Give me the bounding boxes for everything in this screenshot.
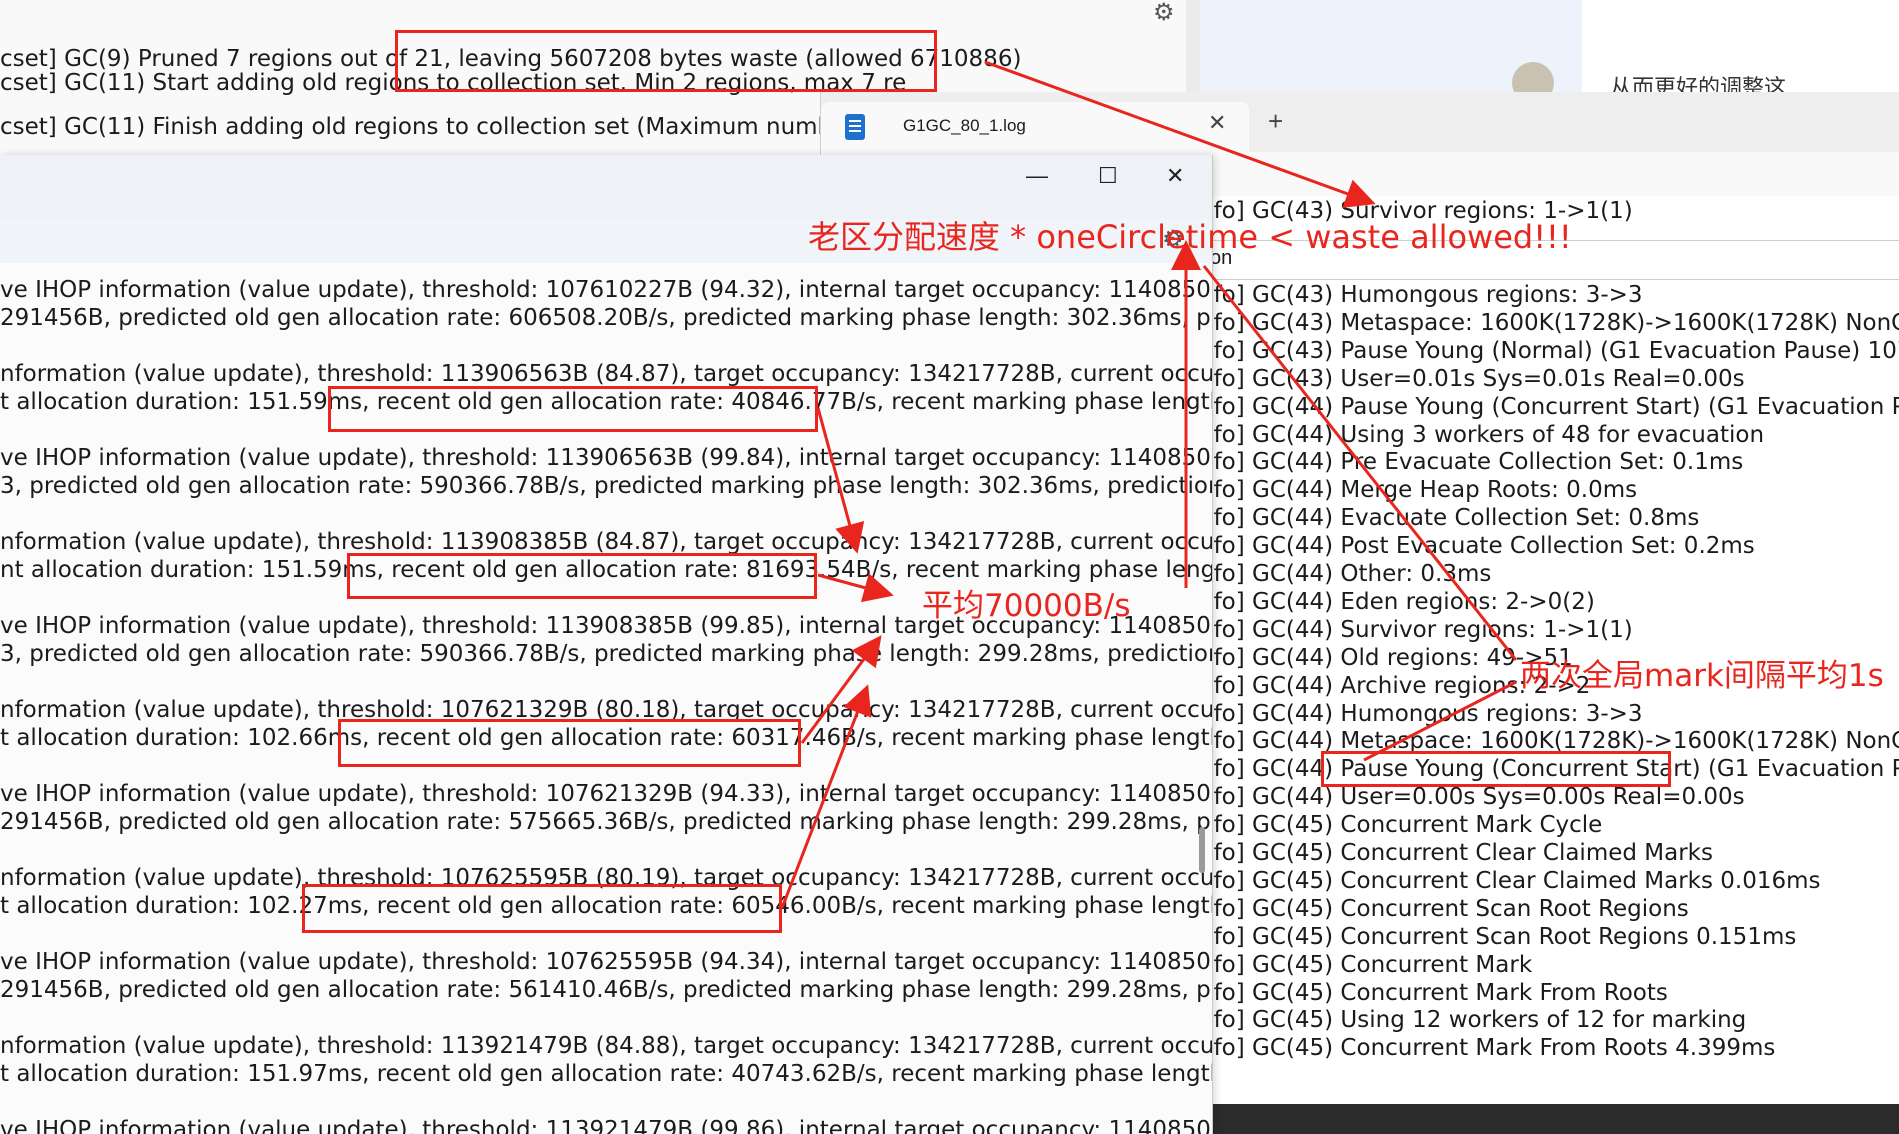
- average-rate-annotation: 平均70000B/s: [922, 588, 1131, 624]
- arrow-mark-interval-2: [1363, 680, 1517, 762]
- arrow-mark-interval-1: [1202, 265, 1518, 661]
- arrow-rate-2: [817, 573, 894, 603]
- arrow-rate-4: [780, 684, 872, 909]
- formula-annotation: 老区分配速度 * oneCircletime < waste allowed!!…: [808, 218, 1572, 256]
- mark-interval-annotation: 两次全局mark间隔平均1s: [1520, 658, 1884, 694]
- arrow-waste: [984, 60, 1376, 208]
- annotation-arrows: [780, 60, 1518, 909]
- arrow-rate-1: [816, 407, 865, 554]
